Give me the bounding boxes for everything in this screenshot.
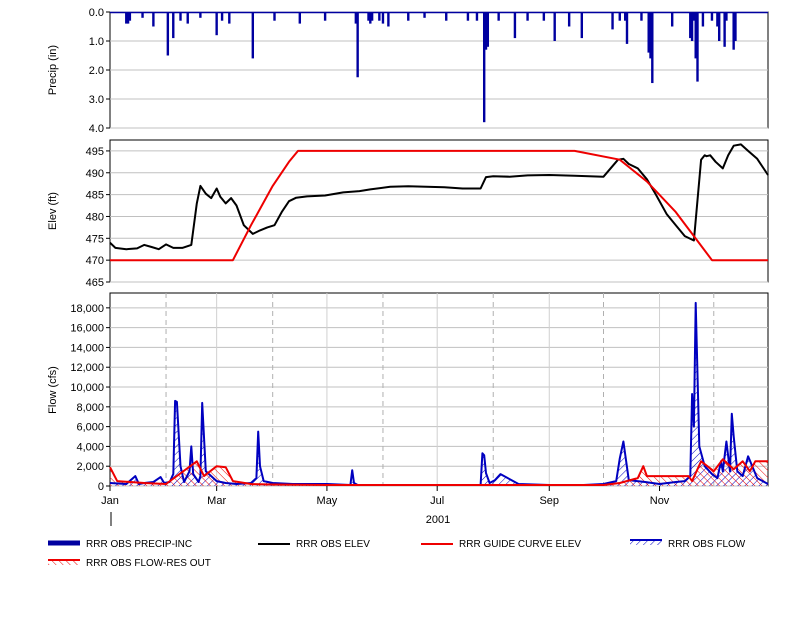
precip-y-axis-title: Precip (in) bbox=[47, 45, 59, 95]
flow-y-tick-label: 4,000 bbox=[76, 441, 104, 453]
precip-bar bbox=[625, 12, 629, 44]
precip-bar bbox=[580, 12, 584, 39]
precip-bar bbox=[251, 12, 255, 59]
precip-bar bbox=[513, 12, 517, 39]
elev-y-tick-label: 475 bbox=[86, 233, 104, 245]
precip-bar bbox=[710, 12, 714, 21]
precip-y-tick-label: 0.0 bbox=[89, 7, 104, 19]
precip-y-ticks: 0.0 1.0 2.0 3.0 4.0 bbox=[89, 7, 110, 135]
precip-bar bbox=[152, 12, 155, 27]
flow-panel: 0 2,000 4,000 6,000 8,000 10,000 12,000 14,000 1… bbox=[47, 292, 769, 526]
elev-y-tick-label: 470 bbox=[86, 255, 104, 267]
legend-label-res-out: RRR OBS FLOW-RES OUT bbox=[86, 558, 211, 569]
flow-plot-frame bbox=[109, 292, 769, 487]
legend-item-elev: RRR OBS ELEV bbox=[258, 539, 370, 550]
precip-bar bbox=[725, 12, 728, 21]
precip-panel: 0.0 1.0 2.0 3.0 4.0 Precip (in) bbox=[47, 7, 769, 135]
precip-bar bbox=[378, 12, 381, 21]
flow-y-tick-label: 14,000 bbox=[70, 342, 104, 354]
x-tick-label: Jan bbox=[101, 495, 119, 507]
precip-bar bbox=[567, 12, 571, 27]
precip-bar bbox=[220, 12, 224, 21]
precip-bar bbox=[228, 12, 231, 24]
legend-item-precip: RRR OBS PRECIP-INC bbox=[48, 539, 192, 550]
precip-bar bbox=[696, 12, 699, 82]
elev-y-tick-label: 485 bbox=[86, 190, 104, 202]
precip-bar bbox=[497, 12, 500, 21]
precip-bar bbox=[370, 12, 374, 21]
precip-bar bbox=[423, 12, 426, 18]
precip-bar bbox=[141, 12, 144, 18]
precip-y-tick-label: 2.0 bbox=[89, 65, 104, 77]
flow-y-ticks: 0 2,000 4,000 6,000 8,000 10,000 12,000 14,000 1… bbox=[70, 303, 110, 493]
hydrologic-chart: 0.0 1.0 2.0 3.0 4.0 Precip (in) 465 470 475 480… bbox=[47, 7, 769, 569]
precip-bar bbox=[215, 12, 218, 36]
x-axis-ticks: Jan Mar May Jul Sep Nov bbox=[101, 486, 670, 507]
elev-y-tick-label: 480 bbox=[86, 211, 104, 223]
precip-y-tick-label: 3.0 bbox=[89, 94, 104, 106]
legend-label-precip: RRR OBS PRECIP-INC bbox=[86, 539, 192, 550]
precip-bar bbox=[323, 12, 327, 21]
flow-y-tick-label: 16,000 bbox=[70, 323, 104, 335]
elev-y-tick-label: 495 bbox=[86, 146, 104, 158]
precip-y-tick-label: 1.0 bbox=[89, 36, 104, 48]
flow-y-tick-label: 6,000 bbox=[76, 422, 104, 434]
x-tick-label: Nov bbox=[650, 495, 670, 507]
precip-bar bbox=[701, 12, 705, 27]
flow-y-axis-title: Flow (cfs) bbox=[47, 366, 59, 414]
elevation-panel: 465 470 475 480 485 490 495 Elev (ft) bbox=[47, 139, 769, 289]
precip-bar bbox=[475, 12, 479, 21]
precip-bar bbox=[553, 12, 556, 41]
x-tick-label: May bbox=[317, 495, 338, 507]
precip-bar bbox=[356, 12, 359, 78]
flow-y-tick-label: 18,000 bbox=[70, 303, 104, 315]
legend-item-guide: RRR GUIDE CURVE ELEV bbox=[421, 539, 581, 550]
precip-bar bbox=[466, 12, 470, 21]
x-tick-label: Sep bbox=[539, 495, 559, 507]
elev-y-ticks: 465 470 475 480 485 490 495 bbox=[86, 146, 110, 289]
x-axis-year-label: 2001 bbox=[426, 514, 450, 526]
precip-bar bbox=[407, 12, 410, 21]
elev-y-tick-label: 490 bbox=[86, 168, 104, 180]
precip-bar bbox=[445, 12, 448, 21]
elev-y-axis-title: Elev (ft) bbox=[47, 192, 59, 230]
precip-bar bbox=[172, 12, 175, 39]
flow-y-tick-label: 12,000 bbox=[70, 362, 104, 374]
legend-item-flow: RRR OBS FLOW bbox=[630, 539, 746, 550]
flow-y-tick-label: 8,000 bbox=[76, 402, 104, 414]
precip-bar bbox=[651, 12, 654, 84]
legend: RRR OBS PRECIP-INC RRR OBS ELEV RRR GUID… bbox=[48, 539, 746, 569]
precip-bar bbox=[273, 12, 276, 21]
precip-bar bbox=[186, 12, 189, 24]
legend-label-elev: RRR OBS ELEV bbox=[296, 539, 370, 550]
legend-item-res-out: RRR OBS FLOW-RES OUT bbox=[48, 558, 211, 569]
precip-bar bbox=[381, 12, 385, 24]
precip-bar bbox=[618, 12, 621, 21]
legend-label-guide: RRR GUIDE CURVE ELEV bbox=[459, 539, 581, 550]
x-tick-label: Mar bbox=[207, 495, 226, 507]
flow-y-tick-label: 2,000 bbox=[76, 461, 104, 473]
precip-y-tick-label: 4.0 bbox=[89, 123, 104, 135]
precip-bar bbox=[298, 12, 302, 24]
precip-bar bbox=[717, 12, 721, 41]
precip-bar bbox=[670, 12, 674, 27]
legend-label-flow: RRR OBS FLOW bbox=[668, 539, 746, 550]
precip-bar bbox=[734, 12, 737, 41]
precip-bar bbox=[199, 12, 202, 18]
elev-y-tick-label: 465 bbox=[86, 277, 104, 289]
precip-bar bbox=[128, 12, 132, 21]
precip-bar bbox=[526, 12, 529, 21]
precip-bar bbox=[179, 12, 182, 21]
precip-bar bbox=[640, 12, 643, 21]
precip-bar bbox=[166, 12, 170, 56]
precip-bar bbox=[542, 12, 546, 21]
precip-bar bbox=[486, 12, 490, 47]
flow-y-tick-label: 10,000 bbox=[70, 382, 104, 394]
flow-y-tick-label: 0 bbox=[98, 481, 104, 493]
precip-bar bbox=[387, 12, 390, 27]
x-tick-label: Jul bbox=[430, 495, 444, 507]
precip-bar bbox=[611, 12, 614, 30]
